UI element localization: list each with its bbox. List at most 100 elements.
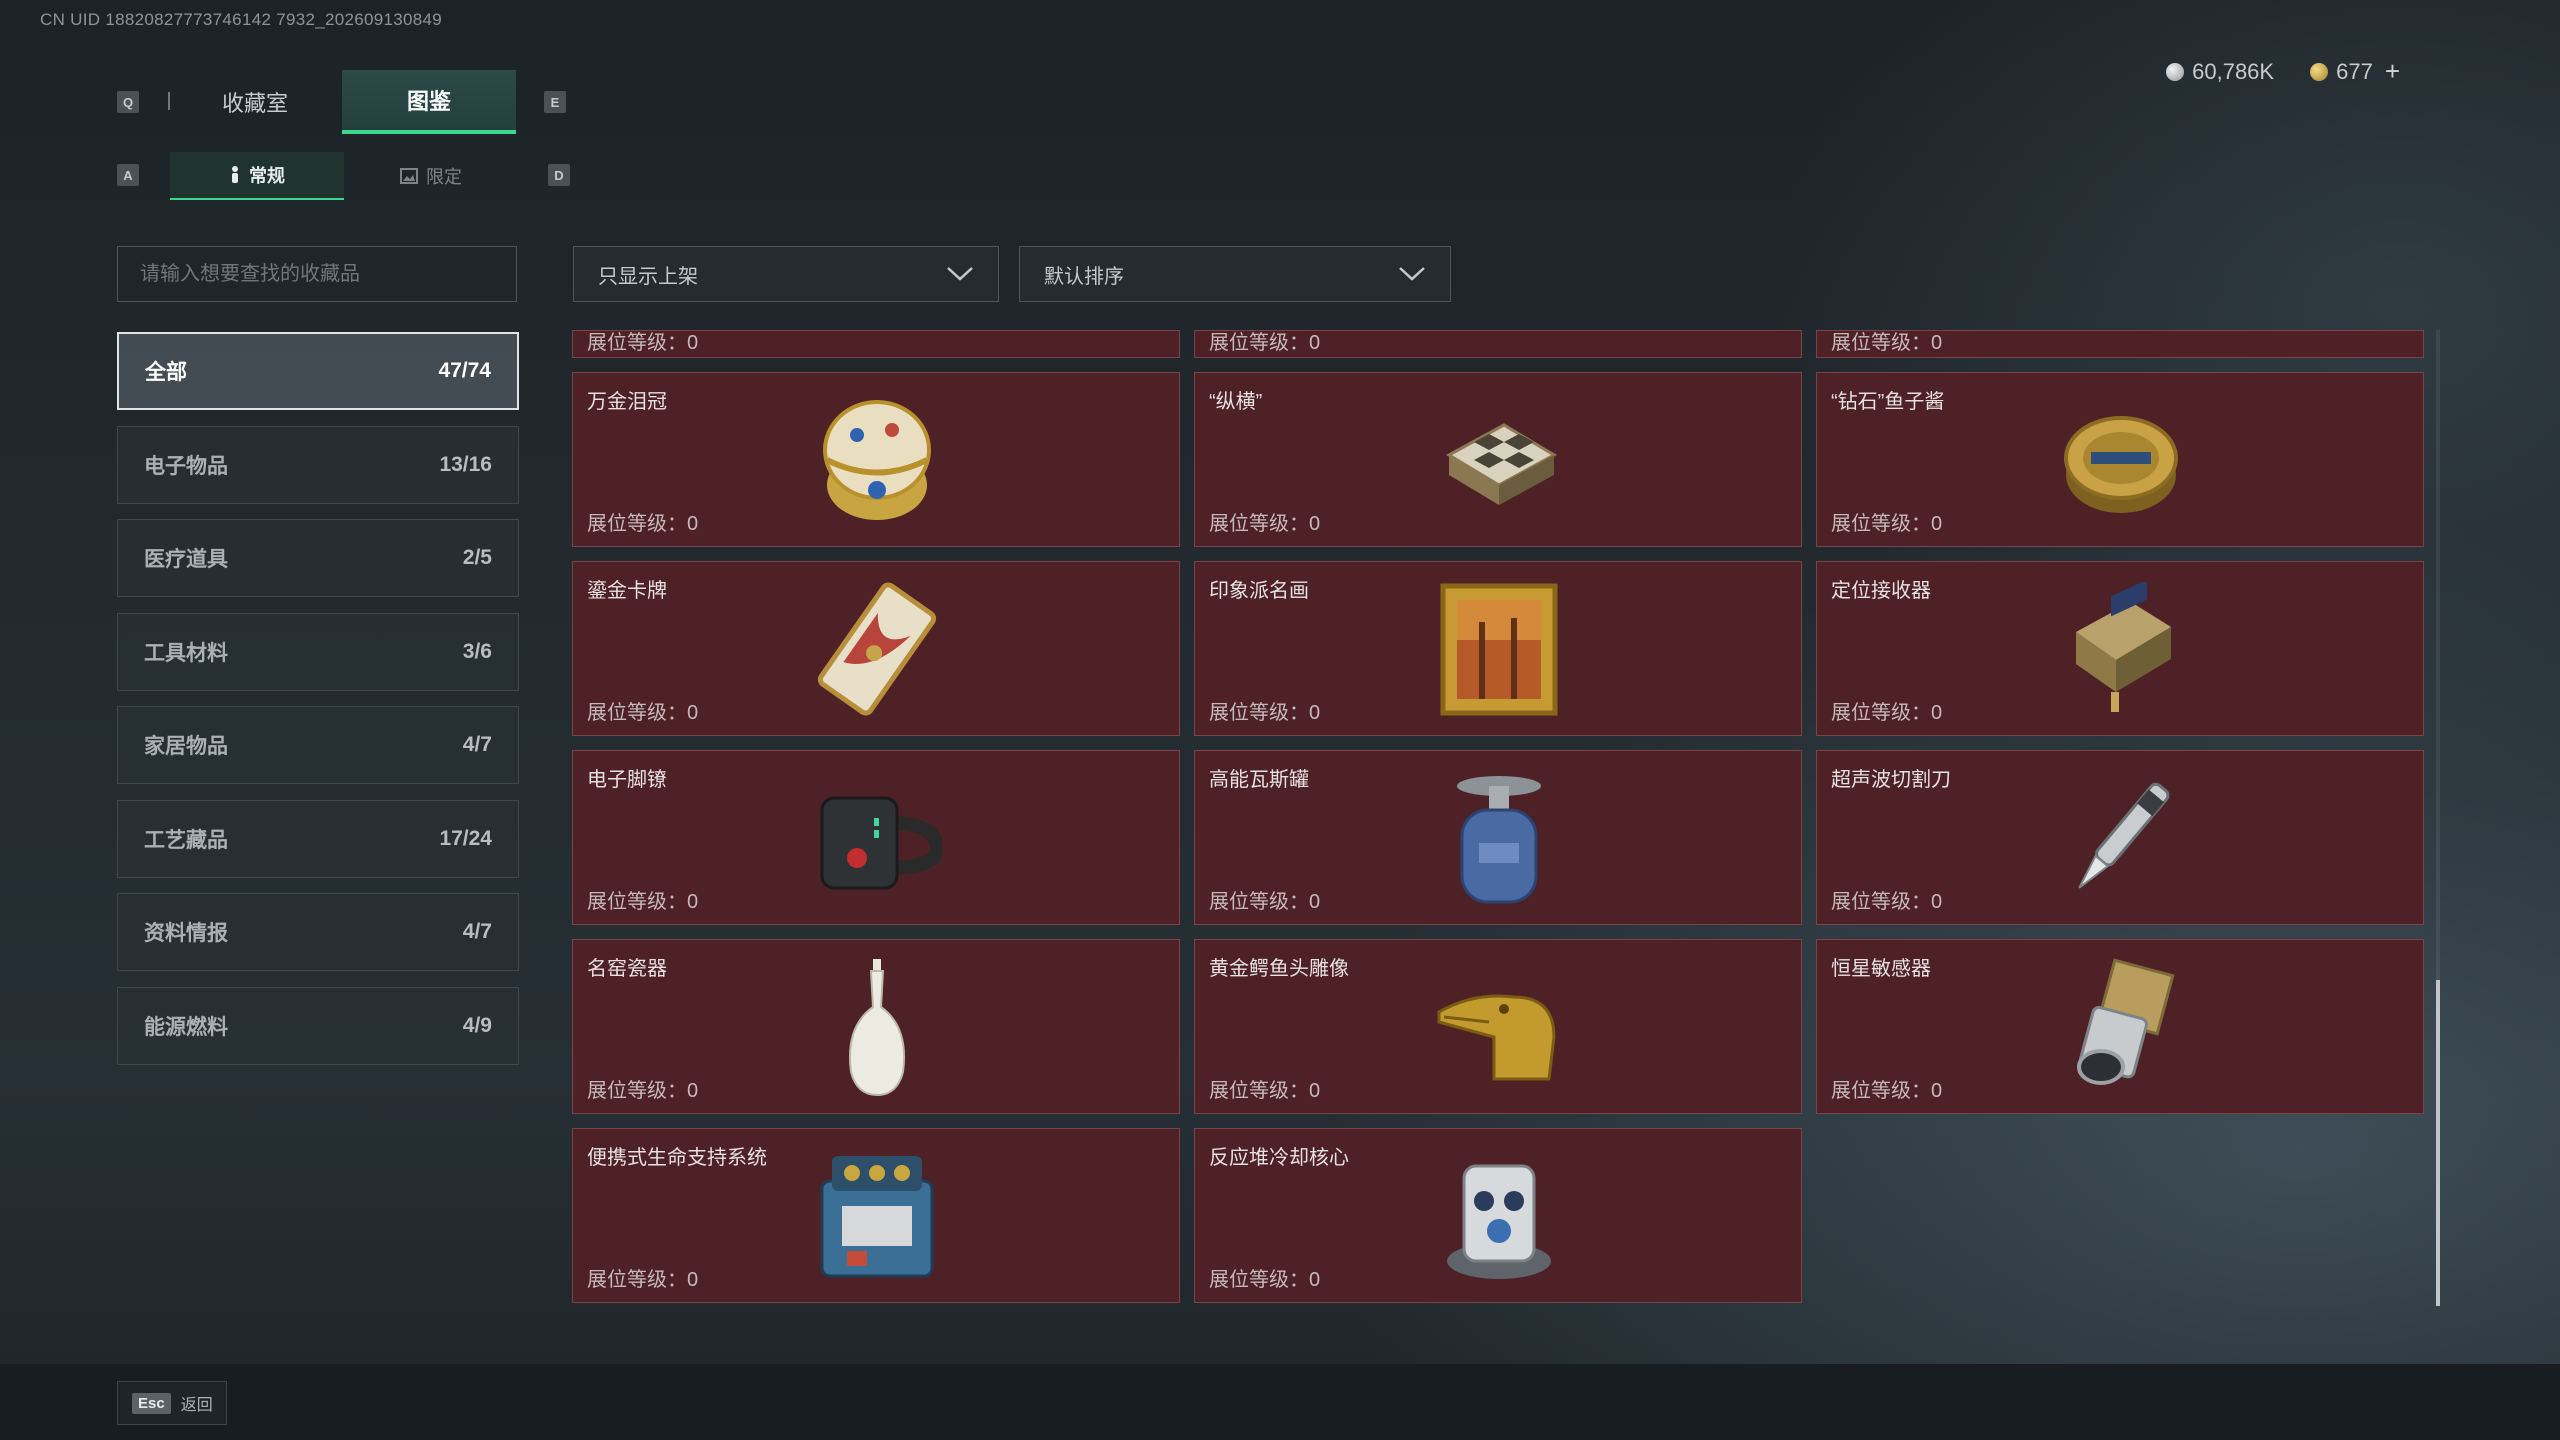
esc-key-hint: Esc xyxy=(132,1392,171,1414)
item-name: 万金泪冠 xyxy=(587,391,667,413)
gold-amount: 677 xyxy=(2336,58,2373,84)
star-sensor-icon xyxy=(2053,954,2189,1100)
key-hint-e: E xyxy=(544,91,566,113)
category-household[interactable]: 家居物品 4/7 xyxy=(117,706,519,784)
item-card[interactable]: “钻石”鱼子酱 展位等级：0 xyxy=(1816,372,2424,547)
chevron-down-icon xyxy=(1399,267,1425,281)
search-input[interactable] xyxy=(138,261,496,287)
item-name: 恒星敏感器 xyxy=(1831,958,1931,980)
category-energy[interactable]: 能源燃料 4/9 xyxy=(117,986,519,1065)
item-card[interactable]: 超声波切割刀 展位等级：0 xyxy=(1816,750,2424,925)
gold-crocodile-icon xyxy=(1431,954,1567,1100)
ankle-monitor-icon xyxy=(809,765,945,911)
item-card[interactable]: 反应堆冷却核心 展位等级：0 xyxy=(1194,1128,1802,1303)
item-card[interactable]: “纵横” 展位等级：0 xyxy=(1194,372,1802,547)
category-name: 家居物品 xyxy=(144,735,228,758)
item-card-partial[interactable]: 展位等级：0 xyxy=(1816,330,2424,358)
item-level: 展位等级：0 xyxy=(587,1269,699,1291)
item-level: 展位等级：0 xyxy=(1831,513,1943,535)
item-name: “纵横” xyxy=(1209,391,1263,413)
item-level: 展位等级：0 xyxy=(587,1080,699,1102)
back-button[interactable]: Esc 返回 xyxy=(117,1381,227,1425)
item-level: 展位等级：0 xyxy=(1831,1080,1943,1102)
item-card[interactable]: 鎏金卡牌 展位等级：0 xyxy=(572,561,1180,736)
item-level: 展位等级：0 xyxy=(1209,513,1321,535)
category-all[interactable]: 全部 47/74 xyxy=(117,332,519,410)
category-medical[interactable]: 医疗道具 2/5 xyxy=(117,519,519,597)
item-card[interactable]: 高能瓦斯罐 展位等级：0 xyxy=(1194,750,1802,925)
ultrasonic-knife-icon xyxy=(2053,765,2189,911)
item-card[interactable]: 名窑瓷器 展位等级：0 xyxy=(572,939,1180,1114)
item-level: 展位等级：0 xyxy=(1209,891,1321,913)
category-count: 47/74 xyxy=(438,359,491,382)
image-icon xyxy=(400,168,418,184)
silver-amount: 60,786K xyxy=(2192,58,2275,84)
uid-label: CN UID 18820827773746142 7932_2026091308… xyxy=(40,10,443,29)
subtab-regular[interactable]: 常规 xyxy=(170,152,344,200)
item-level: 展位等级：0 xyxy=(587,891,699,913)
item-name: 便携式生命支持系统 xyxy=(587,1147,767,1169)
tab-collection-room[interactable]: 收藏室 xyxy=(168,70,342,134)
key-hint-q: Q xyxy=(117,91,139,113)
category-name: 资料情报 xyxy=(144,922,228,945)
item-level: 展位等级：0 xyxy=(587,702,699,724)
item-card[interactable]: 黄金鳄鱼头雕像 展位等级：0 xyxy=(1194,939,1802,1114)
item-level: 展位等级：0 xyxy=(1831,702,1943,724)
item-card[interactable]: 万金泪冠 展位等级：0 xyxy=(572,372,1180,547)
item-card-partial[interactable]: 展位等级：0 xyxy=(1194,330,1802,358)
add-currency-button[interactable]: + xyxy=(2385,56,2400,87)
silver-coin-icon xyxy=(2166,62,2185,81)
shelf-filter-value: 只显示上架 xyxy=(598,265,698,288)
main-tabs: 收藏室 图鉴 xyxy=(168,70,516,134)
category-intel[interactable]: 资料情报 4/7 xyxy=(117,893,519,971)
gold-card-icon xyxy=(809,576,945,722)
category-count: 4/7 xyxy=(462,920,492,943)
category-count: 3/6 xyxy=(462,639,492,663)
category-name: 工具材料 xyxy=(144,641,228,665)
gold-currency: 677 + xyxy=(2310,56,2400,87)
life-support-icon xyxy=(809,1143,945,1289)
item-level: 展位等级：0 xyxy=(1831,891,1943,913)
item-card[interactable]: 电子脚镣 展位等级：0 xyxy=(572,750,1180,925)
gold-coin-icon xyxy=(2310,62,2329,81)
item-level: 展位等级：0 xyxy=(1209,702,1321,724)
category-electronics[interactable]: 电子物品 13/16 xyxy=(117,425,519,504)
chevron-down-icon xyxy=(947,267,973,281)
item-name: 反应堆冷却核心 xyxy=(1209,1147,1349,1169)
item-card[interactable]: 印象派名画 展位等级：0 xyxy=(1194,561,1802,736)
category-count: 4/7 xyxy=(462,733,492,756)
sort-value: 默认排序 xyxy=(1044,265,1124,288)
item-level: 展位等级：0 xyxy=(1209,332,1321,354)
shelf-filter-dropdown[interactable]: 只显示上架 xyxy=(573,246,999,302)
category-crafts[interactable]: 工艺藏品 17/24 xyxy=(117,799,519,878)
tab-codex[interactable]: 图鉴 xyxy=(342,70,516,134)
subtab-regular-label: 常规 xyxy=(249,166,285,186)
item-level: 展位等级：0 xyxy=(1209,1269,1321,1291)
category-name: 全部 xyxy=(145,361,187,384)
category-count: 17/24 xyxy=(439,826,492,850)
item-name: 鎏金卡牌 xyxy=(587,580,667,602)
item-name: 电子脚镣 xyxy=(587,769,667,791)
sort-dropdown[interactable]: 默认排序 xyxy=(1019,246,1451,302)
item-name: 高能瓦斯罐 xyxy=(1209,769,1309,791)
subtab-limited[interactable]: 限定 xyxy=(344,152,518,200)
back-label: 返回 xyxy=(180,1397,213,1414)
item-card[interactable]: 便携式生命支持系统 展位等级：0 xyxy=(572,1128,1180,1303)
category-name: 能源燃料 xyxy=(144,1015,228,1039)
item-card[interactable]: 定位接收器 展位等级：0 xyxy=(1816,561,2424,736)
category-count: 2/5 xyxy=(462,546,492,569)
item-name: 黄金鳄鱼头雕像 xyxy=(1209,958,1349,980)
key-hint-a: A xyxy=(117,164,139,186)
item-name: 定位接收器 xyxy=(1831,580,1931,602)
silver-currency: 60,786K xyxy=(2166,59,2274,85)
item-card[interactable]: 恒星敏感器 展位等级：0 xyxy=(1816,939,2424,1114)
category-name: 工艺藏品 xyxy=(144,828,228,852)
category-name: 电子物品 xyxy=(144,454,228,478)
porcelain-vase-icon xyxy=(809,954,945,1100)
item-name: “钻石”鱼子酱 xyxy=(1831,391,1945,413)
category-tools[interactable]: 工具材料 3/6 xyxy=(117,612,519,691)
search-box xyxy=(117,246,517,302)
scrollbar-thumb[interactable] xyxy=(2436,980,2440,1306)
item-name: 超声波切割刀 xyxy=(1831,769,1951,791)
item-card-partial[interactable]: 展位等级：0 xyxy=(572,330,1180,358)
